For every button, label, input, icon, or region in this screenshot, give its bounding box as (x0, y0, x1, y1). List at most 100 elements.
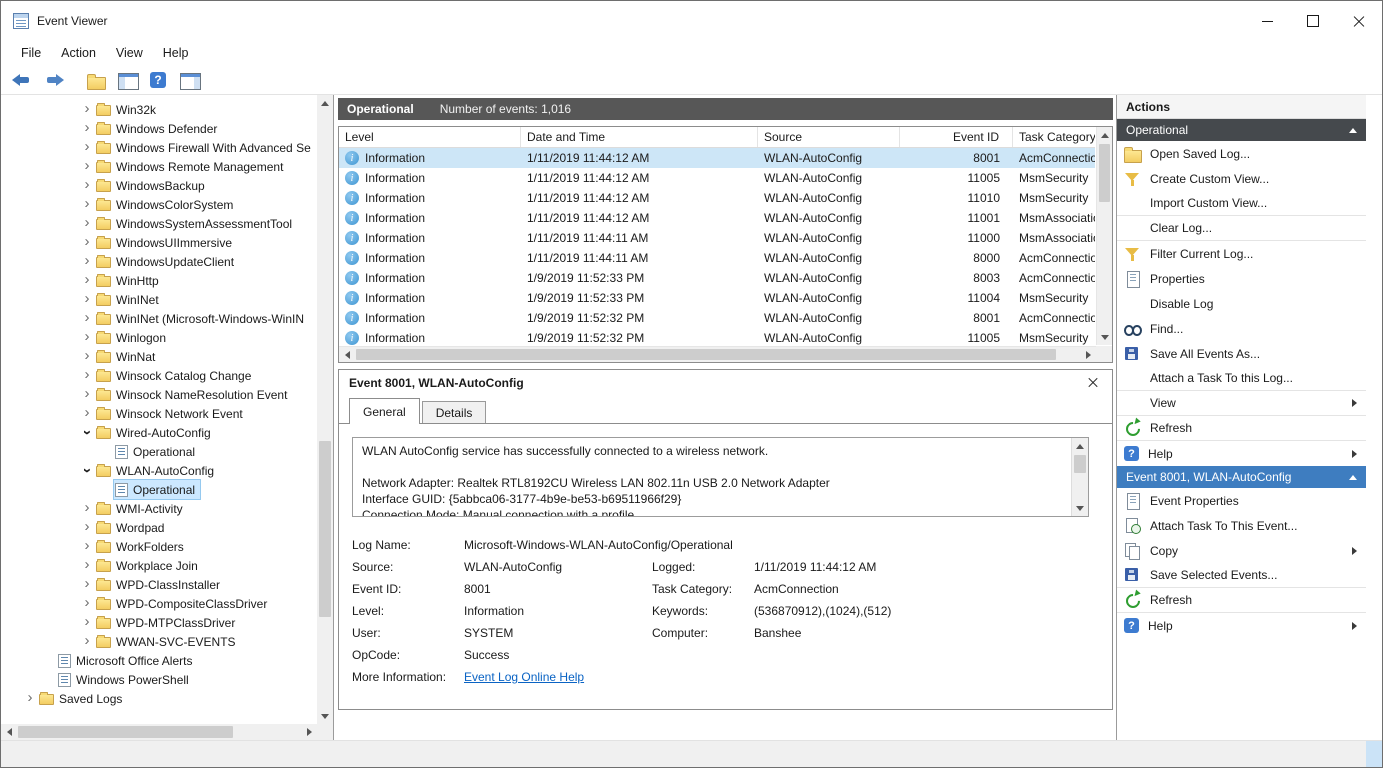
scroll-right-button[interactable] (1080, 347, 1096, 363)
tree-item[interactable]: WinINet (Microsoft-Windows-WinIN (3, 309, 316, 328)
tree-item[interactable]: Winlogon (3, 328, 316, 347)
tree-item[interactable]: WLAN-AutoConfig (3, 461, 316, 480)
event-row[interactable]: Information 1/9/2019 11:52:32 PM WLAN-Au… (339, 328, 1095, 345)
scrollbar-thumb[interactable] (1074, 455, 1086, 473)
collapse-icon[interactable] (1349, 475, 1357, 480)
tree-item[interactable]: Windows PowerShell (3, 670, 316, 689)
tree-expander-icon[interactable] (22, 691, 38, 706)
tree-item[interactable]: Win32k (3, 100, 316, 119)
event-row[interactable]: Information 1/9/2019 11:52:32 PM WLAN-Au… (339, 308, 1095, 328)
column-header[interactable]: Task Category (1013, 127, 1095, 147)
action-item[interactable]: Event Properties (1117, 488, 1366, 513)
tree-item[interactable]: Saved Logs (3, 689, 316, 708)
tree-item[interactable]: WorkFolders (3, 537, 316, 556)
tree-expander-icon[interactable] (79, 596, 95, 611)
tree-expander-icon[interactable] (79, 539, 95, 554)
actions-section-header-operational[interactable]: Operational (1117, 119, 1366, 141)
event-list-horizontal-scrollbar[interactable] (339, 346, 1096, 362)
toolbar-button[interactable] (114, 68, 141, 92)
action-item[interactable]: Clear Log... (1117, 216, 1366, 241)
tree-expander-icon[interactable] (79, 102, 95, 117)
tree-item[interactable]: WindowsBackup (3, 176, 316, 195)
tree-expander-icon[interactable] (79, 235, 95, 250)
toolbar-button[interactable] (40, 68, 67, 92)
tree-expander-icon[interactable] (79, 216, 95, 231)
action-item[interactable]: Save Selected Events... (1117, 563, 1366, 588)
action-item[interactable]: Create Custom View... (1117, 166, 1366, 191)
tree-item[interactable]: WPD-ClassInstaller (3, 575, 316, 594)
tree-vertical-scrollbar[interactable] (317, 95, 333, 724)
tree-expander-icon[interactable] (79, 463, 95, 478)
tree-expander-icon[interactable] (79, 368, 95, 383)
toolbar-button[interactable] (145, 68, 172, 92)
event-row[interactable]: Information 1/11/2019 11:44:11 AM WLAN-A… (339, 248, 1095, 268)
scroll-down-button[interactable] (317, 708, 333, 724)
tree-expander-icon[interactable] (79, 121, 95, 136)
scrollbar-thumb[interactable] (319, 441, 331, 617)
tree-expander-icon[interactable] (79, 520, 95, 535)
menu-item[interactable]: File (11, 43, 51, 63)
menu-item[interactable]: Help (153, 43, 199, 63)
event-row[interactable]: Information 1/9/2019 11:52:33 PM WLAN-Au… (339, 268, 1095, 288)
scrollbar-thumb[interactable] (356, 349, 1056, 360)
actions-section-header-event[interactable]: Event 8001, WLAN-AutoConfig (1117, 466, 1366, 488)
event-row[interactable]: Information 1/11/2019 11:44:12 AM WLAN-A… (339, 208, 1095, 228)
tree-item[interactable]: WWAN-SVC-EVENTS (3, 632, 316, 651)
column-header[interactable]: Source (758, 127, 900, 147)
tree-expander-icon[interactable] (79, 311, 95, 326)
tree-item[interactable]: Wordpad (3, 518, 316, 537)
tree-item[interactable]: Operational (3, 442, 316, 461)
tree-item[interactable]: Wired-AutoConfig (3, 423, 316, 442)
description-vertical-scrollbar[interactable] (1071, 438, 1088, 516)
tree-item[interactable]: WindowsUpdateClient (3, 252, 316, 271)
tree-item[interactable]: Windows Firewall With Advanced Se (3, 138, 316, 157)
tree-item[interactable]: Winsock Catalog Change (3, 366, 316, 385)
window-control-button[interactable] (1244, 1, 1290, 41)
tree-item[interactable]: WindowsColorSystem (3, 195, 316, 214)
close-preview-icon[interactable] (1084, 374, 1102, 392)
event-row[interactable]: Information 1/9/2019 11:52:33 PM WLAN-Au… (339, 288, 1095, 308)
tree-item[interactable]: WPD-CompositeClassDriver (3, 594, 316, 613)
tab[interactable]: General (349, 398, 420, 424)
scroll-down-button[interactable] (1097, 329, 1113, 345)
tree-item[interactable]: WPD-MTPClassDriver (3, 613, 316, 632)
event-row[interactable]: Information 1/11/2019 11:44:12 AM WLAN-A… (339, 188, 1095, 208)
menu-item[interactable]: View (106, 43, 153, 63)
scroll-up-button[interactable] (1097, 127, 1113, 143)
action-item[interactable]: Refresh (1117, 416, 1366, 441)
toolbar-button[interactable] (9, 68, 36, 92)
scroll-up-button[interactable] (317, 95, 333, 111)
action-item[interactable]: Save All Events As... (1117, 341, 1366, 366)
window-control-button[interactable] (1290, 1, 1336, 41)
scrollbar-thumb[interactable] (1099, 144, 1110, 202)
tree-item[interactable]: Windows Remote Management (3, 157, 316, 176)
action-item[interactable]: Attach Task To This Event... (1117, 513, 1366, 538)
scroll-up-button[interactable] (1072, 438, 1088, 454)
tree-expander-icon[interactable] (79, 349, 95, 364)
tab[interactable]: Details (422, 401, 487, 423)
field-value[interactable]: Event Log Online Help (464, 670, 652, 684)
tree-expander-icon[interactable] (79, 140, 95, 155)
tree-horizontal-scrollbar[interactable] (1, 724, 317, 740)
tree-expander-icon[interactable] (79, 558, 95, 573)
tree-item[interactable]: WindowsSystemAssessmentTool (3, 214, 316, 233)
collapse-icon[interactable] (1349, 128, 1357, 133)
tree-item[interactable]: WinHttp (3, 271, 316, 290)
tree-item[interactable]: WinINet (3, 290, 316, 309)
toolbar-button[interactable] (83, 68, 110, 92)
action-item[interactable]: Refresh (1117, 588, 1366, 613)
action-item[interactable]: Find... (1117, 316, 1366, 341)
tree-expander-icon[interactable] (79, 387, 95, 402)
action-item[interactable]: Copy (1117, 538, 1366, 563)
tree-expander-icon[interactable] (79, 159, 95, 174)
scroll-left-button[interactable] (339, 347, 355, 363)
column-header[interactable]: Event ID (900, 127, 1013, 147)
tree-item[interactable]: Winsock Network Event (3, 404, 316, 423)
action-item[interactable]: Properties (1117, 266, 1366, 291)
tree-expander-icon[interactable] (79, 330, 95, 345)
tree-expander-icon[interactable] (79, 254, 95, 269)
event-description-box[interactable]: WLAN AutoConfig service has successfully… (352, 437, 1089, 517)
tree-expander-icon[interactable] (79, 197, 95, 212)
event-row[interactable]: Information 1/11/2019 11:44:11 AM WLAN-A… (339, 228, 1095, 248)
action-item[interactable]: Attach a Task To this Log... (1117, 366, 1366, 391)
